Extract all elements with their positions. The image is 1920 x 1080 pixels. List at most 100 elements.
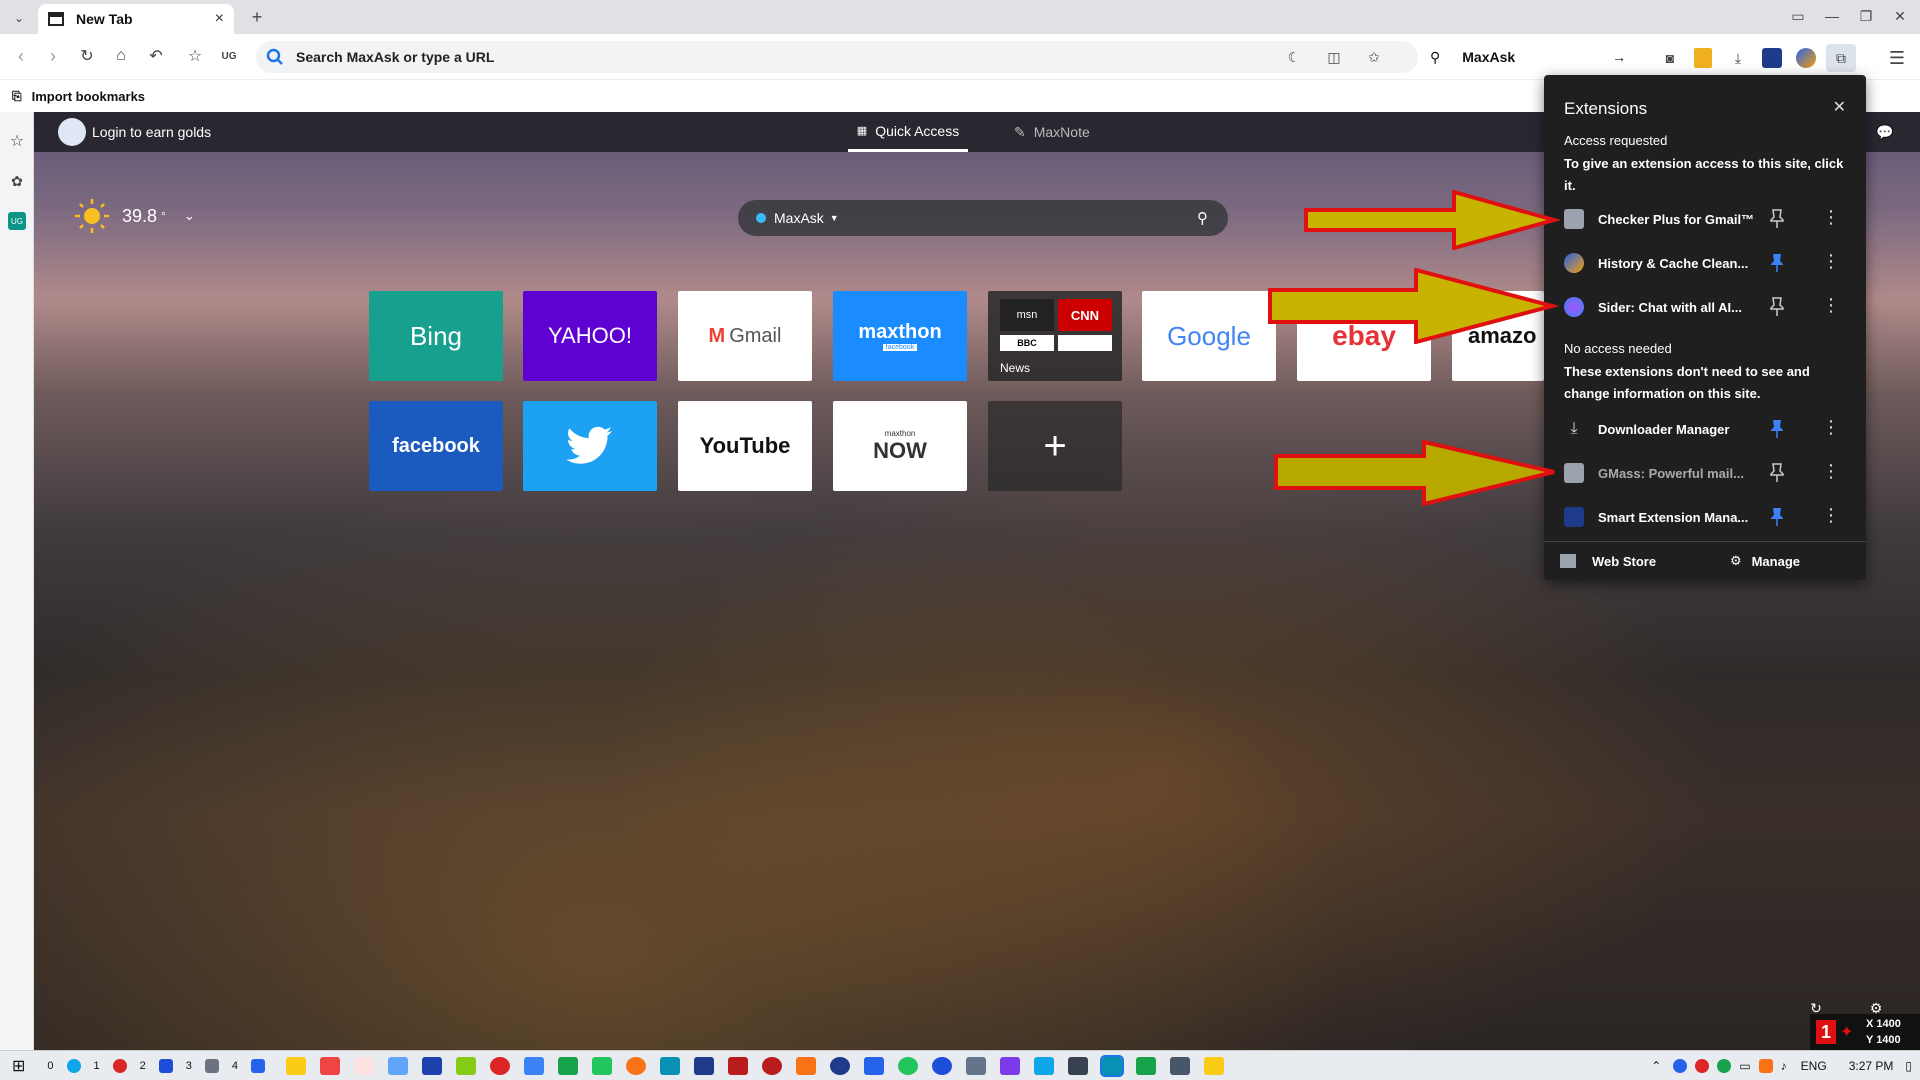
taskbar-app-icon[interactable] [320, 1056, 341, 1075]
taskbar-app-icon[interactable] [932, 1056, 953, 1075]
taskbar-app-icon[interactable] [728, 1056, 749, 1075]
tray-icon[interactable] [1758, 1058, 1773, 1073]
web-store-link[interactable]: Web Store [1592, 554, 1656, 569]
menu-icon[interactable]: ☰ [1886, 48, 1908, 68]
close-tab-icon[interactable]: × [215, 10, 224, 28]
taskbar-app-icon[interactable] [524, 1056, 545, 1075]
tab-maxnote[interactable]: ✎ MaxNote [1014, 112, 1124, 152]
reader-mode-icon[interactable]: ◫ [1324, 47, 1344, 67]
workspace-2[interactable]: 2 [140, 1060, 146, 1072]
favorite-star-icon[interactable]: ☆ [184, 44, 206, 68]
taskbar-app-icon[interactable] [592, 1056, 613, 1075]
extension-row-downloader[interactable]: ⤓ Downloader Manager ⋮ [1544, 407, 1866, 451]
smart-extension-icon[interactable] [1762, 48, 1782, 68]
tab-new-tab[interactable]: New Tab × [38, 4, 234, 34]
taskbar-app-icon[interactable] [158, 1058, 173, 1073]
go-arrow-icon[interactable]: → [1612, 49, 1626, 65]
workspace-0[interactable]: 0 [47, 1060, 53, 1072]
pinned-icon[interactable] [1770, 507, 1784, 527]
taskbar-app-icon[interactable] [864, 1056, 885, 1075]
tile-youtube[interactable]: YouTube [678, 401, 812, 491]
taskbar-app-icon[interactable] [558, 1056, 579, 1075]
window-tile-icon[interactable]: ▭ [1788, 6, 1808, 26]
minimize-icon[interactable]: — [1822, 6, 1842, 26]
tray-icon[interactable] [1717, 1058, 1732, 1073]
maxthon-taskbar-icon[interactable] [1100, 1054, 1125, 1077]
new-tab-button[interactable]: + [246, 5, 268, 29]
tile-news[interactable]: msn CNN BBC News [988, 291, 1122, 381]
download-icon[interactable]: ⤓ [1728, 48, 1748, 68]
forward-icon[interactable]: › [42, 44, 64, 68]
import-bookmarks-link[interactable]: Import bookmarks [32, 89, 145, 104]
login-button[interactable]: Login to earn golds [58, 118, 211, 146]
extension-row-history-cache[interactable]: History & Cache Clean... ⋮ [1544, 241, 1866, 285]
taskbar-app-icon[interactable] [796, 1056, 817, 1075]
address-bar[interactable]: Search MaxAsk or type a URL ☾ ◫ ✩ [256, 41, 1418, 73]
pin-icon[interactable] [1770, 209, 1784, 229]
tile-facebook[interactable]: facebook [369, 401, 503, 491]
extension-row-checker-plus[interactable]: Checker Plus for Gmail™ ⋮ [1544, 197, 1866, 241]
close-window-icon[interactable]: ✕ [1890, 6, 1910, 26]
network-icon[interactable]: ▭ [1739, 1059, 1750, 1073]
taskbar-app-icon[interactable] [490, 1056, 511, 1075]
tile-gmail[interactable]: M Gmail [678, 291, 812, 381]
clock[interactable]: 3:27 PM [1849, 1059, 1894, 1073]
newtab-search-bar[interactable]: MaxAsk ▼ ⚲ [738, 200, 1228, 236]
taskbar-app-icon[interactable] [1204, 1056, 1225, 1075]
tile-add[interactable]: + [988, 401, 1122, 491]
language-indicator[interactable]: ENG [1801, 1059, 1827, 1073]
screenshot-icon[interactable]: ◙ [1660, 48, 1680, 68]
add-favorite-icon[interactable]: ✩ [1364, 47, 1384, 67]
start-windows-icon[interactable]: ⊞ [12, 1056, 25, 1076]
taskbar-app-icon[interactable] [694, 1056, 715, 1075]
pinned-icon[interactable] [1770, 253, 1784, 273]
more-options-icon[interactable]: ⋮ [1822, 461, 1840, 482]
tile-maxthon[interactable]: maxthon facebook [833, 291, 967, 381]
tray-icon[interactable] [1673, 1058, 1688, 1073]
workspace-3[interactable]: 3 [186, 1060, 192, 1072]
notifications-icon[interactable]: ▯ [1905, 1059, 1912, 1073]
extension-row-smart-manager[interactable]: Smart Extension Mana... ⋮ [1544, 495, 1866, 539]
tile-yahoo[interactable]: YAHOO! [523, 291, 657, 381]
taskbar-app-icon[interactable] [456, 1056, 477, 1075]
volume-icon[interactable]: ♪ [1781, 1059, 1787, 1073]
workspace-4[interactable]: 4 [232, 1060, 238, 1072]
more-options-icon[interactable]: ⋮ [1822, 417, 1840, 438]
extension-row-sider[interactable]: Sider: Chat with all AI... ⋮ [1544, 285, 1866, 329]
tile-google[interactable]: Google [1142, 291, 1276, 381]
sidebar-ug-icon[interactable]: UG [8, 212, 26, 230]
taskbar-app-icon[interactable] [204, 1058, 219, 1073]
taskbar-app-icon[interactable] [830, 1056, 851, 1075]
home-icon[interactable]: ⌂ [110, 44, 132, 68]
taskbar-app-icon[interactable] [66, 1058, 81, 1073]
taskbar-app-icon[interactable] [251, 1058, 266, 1073]
pinned-icon[interactable] [1770, 419, 1784, 439]
pin-icon[interactable] [1770, 297, 1784, 317]
undo-icon[interactable]: ↶ [142, 44, 170, 68]
engine-selector[interactable]: MaxAsk [774, 210, 824, 226]
taskbar-app-icon[interactable] [1170, 1056, 1191, 1075]
sidebar-favorites-icon[interactable]: ☆ [6, 130, 28, 152]
extension-row-gmass[interactable]: GMass: Powerful mail... ⋮ [1544, 451, 1866, 495]
taskbar-app-icon[interactable] [354, 1056, 375, 1075]
extensions-puzzle-icon[interactable]: ⧉ [1826, 44, 1856, 72]
ug-icon[interactable]: UG [218, 44, 240, 68]
close-panel-icon[interactable]: ✕ [1833, 97, 1846, 117]
history-cleaner-icon[interactable] [1796, 48, 1816, 68]
more-options-icon[interactable]: ⋮ [1822, 505, 1840, 526]
tab-list-chevron-icon[interactable]: ⌄ [8, 8, 30, 28]
manage-link[interactable]: Manage [1752, 554, 1800, 569]
more-options-icon[interactable]: ⋮ [1822, 295, 1840, 316]
search-icon[interactable]: ⚲ [1197, 209, 1208, 227]
tray-icon[interactable] [1695, 1058, 1710, 1073]
taskbar-app-icon[interactable] [966, 1056, 987, 1075]
engine-search-box[interactable]: ⚲ MaxAsk → [1418, 41, 1640, 73]
taskbar-app-icon[interactable] [762, 1056, 783, 1075]
file-explorer-icon[interactable] [286, 1056, 307, 1075]
chat-icon[interactable]: 💬 [1874, 122, 1896, 142]
notes-icon[interactable] [1694, 48, 1712, 68]
tab-quick-access[interactable]: ▦ Quick Access [848, 112, 968, 152]
taskbar-app-icon[interactable] [1136, 1056, 1157, 1075]
tile-bing[interactable]: Bing [369, 291, 503, 381]
taskbar-app-icon[interactable] [626, 1056, 647, 1075]
